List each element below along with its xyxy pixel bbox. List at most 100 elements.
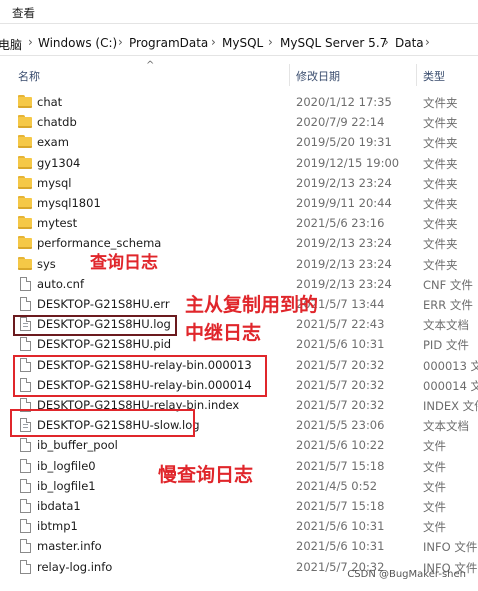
file-row[interactable]: mysql 2019/2/13 23:24 文件夹 [0, 173, 478, 193]
highlight-box-general-log [13, 315, 177, 336]
folder-icon [18, 256, 32, 270]
breadcrumb-separator-icon: › [425, 35, 430, 49]
file-date: 2020/1/12 17:35 [296, 95, 392, 109]
file-type: INDEX 文件 [423, 399, 478, 413]
file-icon [18, 337, 32, 352]
annotation-relay-log-line2: 中继日志 [185, 322, 262, 344]
file-type: 000014 文 [423, 378, 478, 393]
file-row[interactable]: mytest 2021/5/6 23:16 文件夹 [0, 213, 478, 233]
file-name: DESKTOP-G21S8HU.err [37, 297, 170, 311]
file-icon [18, 499, 32, 513]
file-date: 2021/4/5 0:52 [296, 478, 378, 493]
folder-icon [18, 115, 32, 129]
file-type: 文件夹 [423, 136, 458, 151]
file-date: 2021/5/7 22:43 [296, 317, 385, 332]
breadcrumb-item-programdata[interactable]: ProgramData [129, 36, 208, 50]
breadcrumb-item-mysql-server[interactable]: MySQL Server 5.7 [280, 36, 387, 50]
file-row[interactable]: performance_schema 2019/2/13 23:24 文件夹 [0, 233, 478, 253]
file-date: 2021/5/7 20:32 [296, 377, 385, 392]
file-row[interactable]: exam 2019/5/20 19:31 文件夹 [0, 132, 478, 152]
file-type: 文本文档 [423, 419, 469, 434]
file-date: 2021/5/6 10:31 [296, 337, 385, 352]
column-header-date[interactable]: 修改日期 [296, 68, 340, 84]
file-type: 文件 [423, 479, 446, 494]
file-date: 2021/5/6 10:31 [296, 519, 385, 534]
file-name: chatdb [37, 115, 77, 130]
column-header-type[interactable]: 类型 [423, 68, 445, 84]
column-header-name[interactable]: 名称 [18, 68, 40, 84]
file-name: ib_logfile0 [37, 458, 96, 473]
file-type: 文本文档 [423, 318, 469, 333]
file-name: sys [37, 256, 56, 271]
file-icon [18, 276, 32, 291]
file-name: chat [37, 95, 63, 109]
file-name: ib_buffer_pool [37, 438, 118, 453]
file-icon [18, 478, 32, 493]
file-date: 2019/2/13 23:24 [296, 276, 392, 291]
column-divider[interactable] [289, 64, 290, 86]
file-date: 2019/2/13 23:24 [296, 175, 392, 190]
breadcrumb-item-drive[interactable]: Windows (C:) [38, 36, 117, 50]
breadcrumb-item-mysql[interactable]: MySQL [222, 36, 263, 50]
breadcrumb-separator-icon: › [118, 35, 123, 49]
file-date: 2021/5/7 20:32 [296, 357, 385, 372]
file-name: mysql1801 [37, 196, 101, 210]
file-row[interactable]: chatdb 2020/7/9 22:14 文件夹 [0, 112, 478, 132]
breadcrumb: 电脑 › Windows (C:) › ProgramData › MySQL … [0, 30, 478, 56]
file-icon [18, 559, 32, 574]
file-date: 2021/5/7 15:18 [296, 458, 385, 473]
column-divider[interactable] [416, 64, 417, 86]
folder-icon [18, 95, 32, 108]
breadcrumb-item-this-pc[interactable]: 电脑 [0, 36, 22, 53]
breadcrumb-separator-icon: › [28, 35, 33, 49]
file-row[interactable]: sys 2019/2/13 23:24 文件夹 [0, 254, 478, 274]
file-icon [18, 539, 32, 554]
file-type: 文件 [423, 500, 446, 514]
sort-ascending-icon: ^ [146, 60, 155, 71]
file-row[interactable]: ib_buffer_pool 2021/5/6 10:22 文件 [0, 435, 478, 455]
breadcrumb-separator-icon: › [268, 35, 273, 49]
file-date: 2021/5/6 23:16 [296, 216, 385, 231]
file-date: 2021/5/5 23:06 [296, 418, 385, 433]
file-name: gy1304 [37, 155, 81, 170]
file-icon [18, 438, 32, 453]
file-type: 文件夹 [423, 176, 458, 191]
file-row[interactable]: gy1304 2019/12/15 19:00 文件夹 [0, 153, 478, 173]
file-icon [18, 458, 32, 473]
file-type: 文件夹 [423, 156, 458, 171]
file-row[interactable]: chat 2020/1/12 17:35 文件夹 [0, 92, 478, 112]
file-type: 文件夹 [423, 197, 458, 211]
menu-bar: 查看 [0, 0, 478, 24]
file-type: 文件 [423, 459, 446, 474]
file-type: 000013 文 [423, 358, 478, 373]
file-type: INFO 文件 [423, 540, 478, 555]
breadcrumb-separator-icon: › [211, 35, 216, 49]
file-type: 文件 [423, 520, 446, 535]
file-row[interactable]: ibdata1 2021/5/7 15:18 文件 [0, 496, 478, 516]
file-type: CNF 文件 [423, 277, 473, 292]
file-date: 2021/5/7 15:18 [296, 499, 385, 513]
file-name: ib_logfile1 [37, 478, 96, 493]
file-row[interactable]: ibtmp1 2021/5/6 10:31 文件 [0, 516, 478, 536]
view-menu-item[interactable]: 查看 [12, 5, 35, 21]
file-name: mytest [37, 216, 78, 231]
file-type: 文件夹 [423, 237, 458, 252]
folder-icon [18, 196, 32, 209]
file-date: 2019/5/20 19:31 [296, 135, 392, 150]
column-header-row: ^ 名称 修改日期 类型 [0, 60, 478, 86]
file-row[interactable]: master.info 2021/5/6 10:31 INFO 文件 [0, 536, 478, 556]
file-type: PID 文件 [423, 338, 469, 353]
file-row[interactable]: mysql1801 2019/9/11 20:44 文件夹 [0, 193, 478, 213]
file-date: 2019/9/11 20:44 [296, 196, 392, 210]
watermark: CSDN @BugMaker-shen [347, 569, 466, 580]
file-name: ibtmp1 [37, 519, 78, 534]
file-date: 2021/5/7 20:32 [296, 398, 385, 412]
highlight-box-relay-log [13, 355, 267, 397]
breadcrumb-item-data[interactable]: Data [395, 36, 424, 50]
file-name: exam [37, 135, 69, 150]
annotation-slow-query-log: 慢查询日志 [158, 464, 254, 486]
annotation-relay-log-line1: 主从复制用到的 [185, 294, 319, 316]
file-icon [18, 519, 32, 534]
file-type: 文件夹 [423, 96, 458, 110]
file-name: DESKTOP-G21S8HU.pid [37, 337, 172, 352]
